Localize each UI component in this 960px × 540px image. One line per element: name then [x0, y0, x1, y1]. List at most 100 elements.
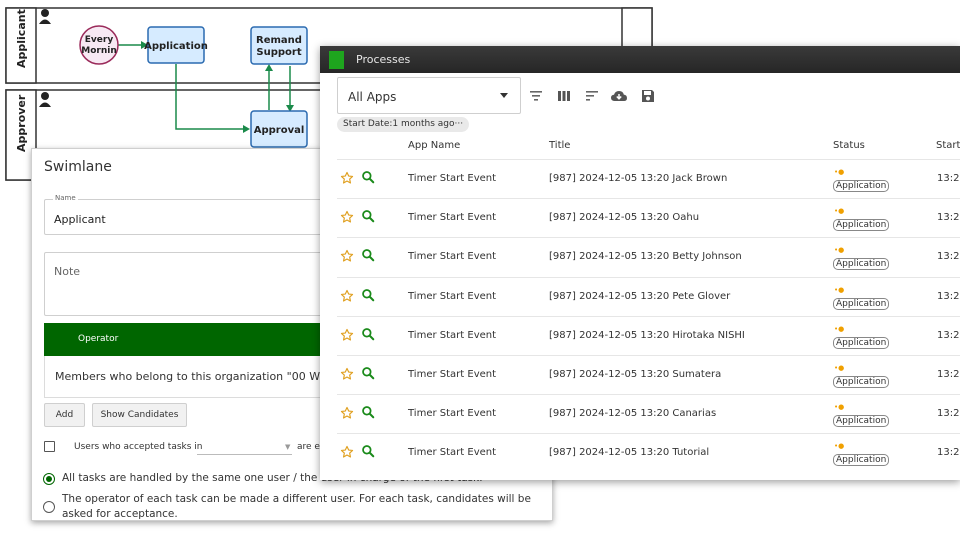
- star-icon[interactable]: [340, 210, 354, 224]
- processes-panel: Processes All Apps Start Date:1 months a…: [320, 46, 960, 480]
- approval-node[interactable]: Approval: [250, 110, 308, 148]
- row-app-name: Timer Start Event: [408, 290, 497, 302]
- search-icon[interactable]: [361, 405, 375, 419]
- search-icon[interactable]: [361, 209, 375, 223]
- star-icon[interactable]: [340, 406, 354, 420]
- name-field-value: Applicant: [54, 213, 106, 226]
- lane-approver-label: Approver: [15, 94, 28, 152]
- processes-header: Processes: [320, 46, 960, 73]
- filter-icon[interactable]: [528, 88, 544, 104]
- table-row[interactable]: Timer Start Event [987] 2024-12-05 13:20…: [337, 276, 960, 316]
- cloud-download-icon[interactable]: [610, 88, 628, 104]
- status-badge: Application: [833, 336, 890, 349]
- row-start: 13:2: [937, 290, 960, 302]
- row-title[interactable]: [987] 2024-12-05 13:20 Hirotaka NISHI: [549, 330, 745, 341]
- accepted-tasks-label: Users who accepted tasks in: [74, 442, 203, 452]
- search-icon[interactable]: [361, 444, 375, 458]
- status-badge: Application: [833, 258, 890, 271]
- name-field-label: Name: [53, 194, 78, 202]
- columns-icon[interactable]: [556, 88, 572, 104]
- table-row[interactable]: Timer Start Event [987] 2024-12-05 13:20…: [337, 159, 960, 198]
- caret-down-icon: [500, 93, 508, 98]
- table-row[interactable]: Timer Start Event [987] 2024-12-05 13:20…: [337, 394, 960, 433]
- row-start: 13:2: [937, 173, 960, 184]
- row-app-name: Timer Start Event: [408, 369, 497, 380]
- row-title[interactable]: [987] 2024-12-05 13:20 Oahu: [549, 212, 699, 223]
- approval-node-label: Approval: [254, 125, 305, 136]
- star-icon[interactable]: [340, 249, 354, 263]
- start-event-label-line2: Mornin: [81, 46, 116, 56]
- table-row[interactable]: Timer Start Event [987] 2024-12-05 13:20…: [337, 355, 960, 394]
- search-icon[interactable]: [361, 327, 375, 341]
- app-select[interactable]: All Apps: [337, 77, 521, 114]
- status-badge: Application: [833, 376, 890, 388]
- row-title[interactable]: [987] 2024-12-05 13:20 Betty Johnson: [549, 251, 742, 262]
- start-event-node[interactable]: Every Mornin: [79, 25, 119, 65]
- row-app-name: Timer Start Event: [408, 447, 497, 459]
- column-title[interactable]: Title: [549, 140, 570, 151]
- row-start: 13:2: [937, 408, 960, 420]
- status-badge: Application: [833, 180, 890, 192]
- row-app-name: Timer Start Event: [408, 329, 497, 341]
- star-icon[interactable]: [340, 171, 354, 185]
- table-row[interactable]: Timer Start Event [987] 2024-12-05 13:20…: [337, 237, 960, 276]
- search-icon[interactable]: [361, 288, 375, 302]
- radio-same-user[interactable]: [43, 473, 55, 485]
- row-title[interactable]: [987] 2024-12-05 13:20 Pete Glover: [549, 291, 730, 302]
- remand-support-node[interactable]: Remand Support: [250, 26, 308, 65]
- save-icon[interactable]: [640, 88, 656, 104]
- radio-different-user-label: The operator of each task can be made a …: [62, 493, 531, 520]
- lane-applicant-label: Applicant: [15, 9, 28, 68]
- status-badge: Application: [833, 219, 890, 232]
- row-title[interactable]: [987] 2024-12-05 13:20 Jack Brown: [549, 173, 727, 184]
- sort-icon[interactable]: [584, 88, 600, 104]
- row-title[interactable]: [987] 2024-12-05 13:20 Tutorial: [549, 447, 709, 458]
- row-start: 13:2: [937, 369, 960, 380]
- star-icon[interactable]: [340, 367, 354, 381]
- start-date-filter-chip[interactable]: Start Date:1 months ago···: [337, 117, 470, 132]
- star-icon[interactable]: [340, 289, 354, 303]
- application-node-label: Application: [144, 41, 208, 52]
- operator-tab-label: Operator: [78, 334, 119, 344]
- column-start[interactable]: Start: [936, 140, 960, 151]
- star-icon[interactable]: [340, 445, 354, 459]
- row-start: 13:2: [937, 212, 960, 224]
- members-list-item: Members who belong to this organization …: [55, 370, 356, 383]
- row-title[interactable]: [987] 2024-12-05 13:20 Canarias: [549, 408, 716, 419]
- note-field-placeholder: Note: [54, 265, 81, 278]
- search-icon[interactable]: [361, 366, 375, 380]
- row-title[interactable]: [987] 2024-12-05 13:20 Sumatera: [549, 369, 721, 380]
- chevron-down-icon: ▼: [285, 443, 291, 451]
- show-candidates-button[interactable]: Show Candidates: [92, 403, 187, 427]
- status-badge: Application: [833, 454, 890, 467]
- table-row[interactable]: Timer Start Event [987] 2024-12-05 13:20…: [337, 198, 960, 237]
- search-icon[interactable]: [361, 248, 375, 262]
- remand-node-label-line1: Remand: [256, 35, 302, 46]
- row-app-name: Timer Start Event: [408, 251, 497, 263]
- accepted-tasks-select[interactable]: [197, 454, 292, 455]
- column-app-name[interactable]: App Name: [408, 140, 460, 151]
- table-row[interactable]: Timer Start Event [987] 2024-12-05 13:20…: [337, 433, 960, 472]
- row-start: 13:2: [937, 251, 960, 263]
- status-dot-icon: •●: [834, 168, 845, 176]
- status-dot-icon: •●: [834, 364, 845, 372]
- dialog-title: Swimlane: [44, 159, 112, 175]
- status-badge: Application: [833, 297, 890, 310]
- row-app-name: Timer Start Event: [408, 173, 497, 184]
- status-dot-icon: •●: [834, 324, 845, 333]
- add-button[interactable]: Add: [44, 403, 85, 427]
- processes-title: Processes: [356, 53, 411, 66]
- row-app-name: Timer Start Event: [408, 212, 497, 224]
- radio-different-user[interactable]: [43, 501, 55, 513]
- application-node[interactable]: Application: [144, 26, 208, 64]
- column-status[interactable]: Status: [833, 140, 865, 151]
- search-icon[interactable]: [361, 170, 375, 184]
- row-start: 13:2: [937, 329, 960, 341]
- status-dot-icon: •●: [834, 442, 845, 451]
- status-badge: Application: [833, 415, 890, 428]
- table-row[interactable]: Timer Start Event [987] 2024-12-05 13:20…: [337, 315, 960, 355]
- start-event-label-line1: Every: [85, 35, 114, 45]
- status-dot-icon: •●: [834, 285, 845, 294]
- accepted-tasks-checkbox[interactable]: [44, 441, 55, 452]
- star-icon[interactable]: [340, 328, 354, 342]
